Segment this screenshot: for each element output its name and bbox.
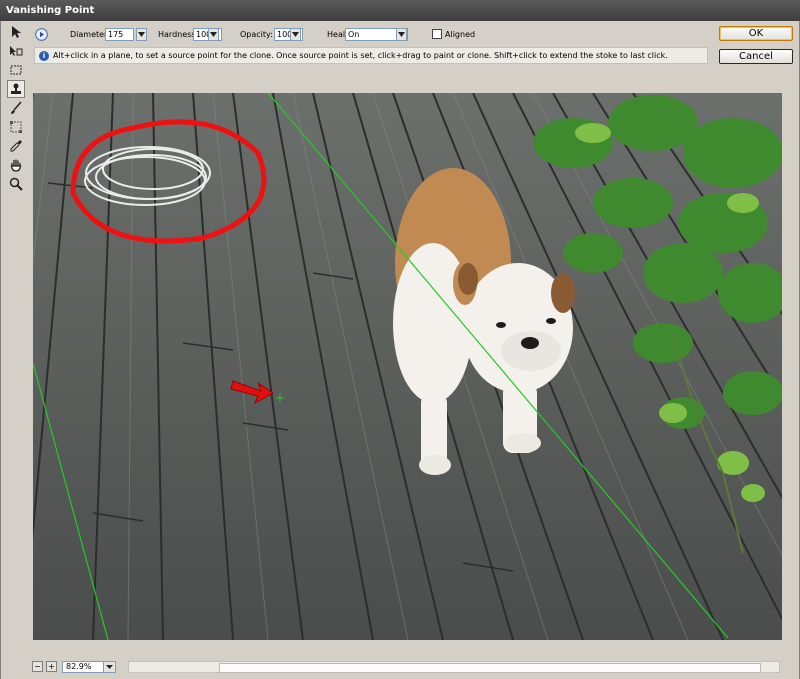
horizontal-scrollbar[interactable]: [128, 661, 780, 673]
diameter-label: Diameter:: [70, 30, 110, 39]
scrollbar-thumb[interactable]: [219, 663, 761, 673]
zoom-out-button[interactable]: −: [32, 661, 43, 672]
edit-plane-tool-icon[interactable]: [7, 23, 25, 41]
cancel-button[interactable]: Cancel: [719, 49, 793, 64]
info-text: Alt+click in a plane, to set a source po…: [53, 51, 668, 60]
window-title: Vanishing Point: [0, 0, 800, 21]
zoom-dropdown-icon[interactable]: [103, 661, 116, 673]
ok-button[interactable]: OK: [719, 26, 793, 41]
opacity-dropdown-icon[interactable]: [290, 28, 301, 41]
brush-tool-icon[interactable]: [7, 99, 25, 117]
status-bar: − + 82.9%: [30, 660, 790, 674]
stamp-tool-icon[interactable]: [7, 80, 25, 98]
diameter-dropdown-icon[interactable]: [136, 28, 147, 41]
options-bar: Diameter: 175 Hardness: 100 Opacity: 100…: [30, 26, 710, 43]
zoom-tool-icon[interactable]: [7, 175, 25, 193]
info-bar: i Alt+click in a plane, to set a source …: [34, 47, 708, 64]
tool-preset-icon[interactable]: [35, 28, 48, 45]
heal-dropdown-icon[interactable]: [396, 28, 407, 41]
zoom-in-button[interactable]: +: [46, 661, 57, 672]
hand-tool-icon[interactable]: [7, 156, 25, 174]
eyedropper-tool-icon[interactable]: [7, 137, 25, 155]
deck-photo: [33, 93, 782, 640]
aligned-checkbox[interactable]: [432, 29, 442, 39]
opacity-label: Opacity:: [240, 30, 273, 39]
tool-palette: [6, 23, 28, 194]
create-plane-tool-icon[interactable]: [7, 42, 25, 60]
diameter-field[interactable]: 175: [105, 28, 134, 41]
info-icon: i: [39, 51, 49, 61]
hardness-dropdown-icon[interactable]: [208, 28, 219, 41]
zoom-field[interactable]: 82.9%: [62, 661, 106, 673]
aligned-label: Aligned: [445, 30, 476, 39]
image-canvas[interactable]: [33, 93, 782, 640]
transform-tool-icon[interactable]: [7, 118, 25, 136]
marquee-tool-icon[interactable]: [7, 61, 25, 79]
